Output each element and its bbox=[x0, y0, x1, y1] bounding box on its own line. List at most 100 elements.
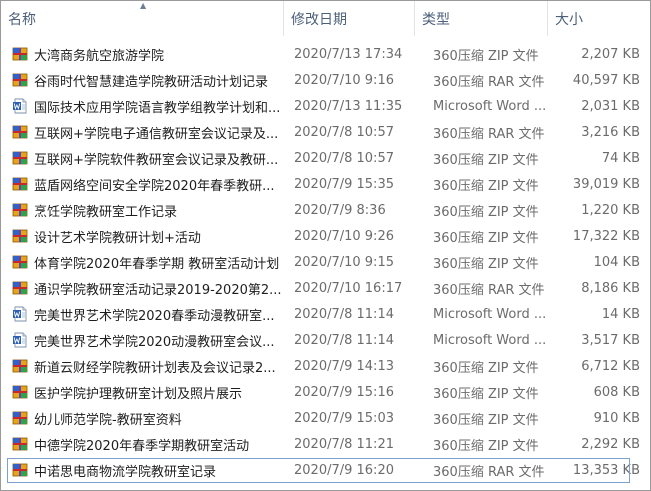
file-date: 2020/7/9 15:16 bbox=[294, 384, 394, 400]
file-row[interactable]: 互联网+学院电子通信教研室会议记录及... 2020/7/8 10:57 360压缩… bbox=[1, 119, 650, 145]
file-type: 360压缩 ZIP 文件 bbox=[433, 48, 539, 64]
file-size: 74 KB bbox=[601, 150, 640, 166]
archive-icon bbox=[10, 436, 30, 452]
file-date: 2020/7/9 15:03 bbox=[294, 410, 394, 426]
file-size: 8,186 KB bbox=[581, 280, 640, 296]
file-name: 烹饪学院教研室工作记录 bbox=[34, 204, 178, 220]
column-header-bar: 名称 ▲ 修改日期 类型 大小 bbox=[1, 1, 650, 36]
archive-icon bbox=[10, 280, 30, 296]
file-size: 13,353 KB bbox=[572, 462, 640, 478]
file-name: 体育学院2020年春季学期 教研室活动计划 bbox=[34, 256, 280, 272]
file-row[interactable]: 幼儿师范学院-教研室资料 2020/7/9 15:03 360压缩 ZIP 文件 91… bbox=[1, 405, 650, 431]
file-name: 国际技术应用学院语言教学组教学计划和... bbox=[34, 100, 281, 116]
file-type: 360压缩 ZIP 文件 bbox=[433, 256, 539, 272]
file-row[interactable]: 国际技术应用学院语言教学组教学计划和... 2020/7/13 11:35 Micr… bbox=[1, 93, 650, 119]
file-size: 39,019 KB bbox=[572, 176, 640, 192]
file-date: 2020/7/9 8:36 bbox=[294, 202, 386, 218]
file-name: 通识学院教研室活动记录2019-2020第2... bbox=[34, 282, 282, 298]
word-doc-icon bbox=[10, 332, 30, 348]
file-date: 2020/7/10 9:15 bbox=[294, 254, 394, 270]
file-name: 设计艺术学院教研计划+活动 bbox=[34, 230, 201, 246]
file-row[interactable]: 谷雨时代智慧建造学院教研活动计划记录 2020/7/10 9:16 360压缩 RA… bbox=[1, 67, 650, 93]
column-header-size-label: 大小 bbox=[555, 11, 583, 28]
file-list-window: 名称 ▲ 修改日期 类型 大小 大湾商务航空旅游学院 2020/7/13 17:3… bbox=[0, 0, 651, 491]
column-header-name[interactable]: 名称 ▲ bbox=[1, 1, 284, 36]
file-type: 360压缩 ZIP 文件 bbox=[433, 438, 539, 454]
file-name: 中德学院2020年春季学期教研室活动 bbox=[34, 438, 250, 454]
file-type: Microsoft Word ... bbox=[433, 306, 547, 322]
file-type: Microsoft Word ... bbox=[433, 332, 547, 348]
file-date: 2020/7/8 11:14 bbox=[294, 332, 394, 348]
file-name: 医护学院护理教研室计划及照片展示 bbox=[34, 386, 243, 402]
file-row[interactable]: 医护学院护理教研室计划及照片展示 2020/7/9 15:16 360压缩 ZIP … bbox=[1, 379, 650, 405]
file-type: 360压缩 ZIP 文件 bbox=[433, 204, 539, 220]
file-row[interactable]: 完美世界艺术学院2020动漫教研室会议... 2020/7/8 11:14 Micr… bbox=[1, 327, 650, 353]
file-type: 360压缩 ZIP 文件 bbox=[433, 152, 539, 168]
file-name: 互联网+学院电子通信教研室会议记录及... bbox=[34, 126, 279, 142]
file-date: 2020/7/8 11:14 bbox=[294, 306, 394, 322]
file-row[interactable]: 烹饪学院教研室工作记录 2020/7/9 8:36 360压缩 ZIP 文件 1,22… bbox=[1, 197, 650, 223]
file-size: 104 KB bbox=[593, 254, 640, 270]
file-size: 608 KB bbox=[593, 384, 640, 400]
file-type: 360压缩 ZIP 文件 bbox=[433, 178, 539, 194]
file-type: 360压缩 RAR 文件 bbox=[433, 464, 545, 480]
archive-icon bbox=[10, 384, 30, 400]
archive-icon bbox=[10, 176, 30, 192]
file-date: 2020/7/13 17:34 bbox=[294, 46, 403, 62]
archive-icon bbox=[10, 150, 30, 166]
file-row[interactable]: 大湾商务航空旅游学院 2020/7/13 17:34 360压缩 ZIP 文件 2,2… bbox=[1, 41, 650, 67]
file-size: 3,216 KB bbox=[581, 124, 640, 140]
file-type: 360压缩 RAR 文件 bbox=[433, 282, 545, 298]
word-doc-icon bbox=[10, 306, 30, 322]
file-row[interactable]: 中诺思电商物流学院教研室记录 2020/7/9 16:20 360压缩 RAR 文件… bbox=[1, 457, 650, 483]
file-date: 2020/7/8 10:57 bbox=[294, 150, 394, 166]
file-name: 互联网+学院软件教研室会议记录及教研... bbox=[34, 152, 279, 168]
file-date: 2020/7/13 11:35 bbox=[294, 98, 403, 114]
file-row[interactable]: 设计艺术学院教研计划+活动 2020/7/10 9:26 360压缩 ZIP 文件 1… bbox=[1, 223, 650, 249]
file-name: 新道云财经学院教研计划表及会议记录2... bbox=[34, 360, 276, 376]
archive-icon bbox=[10, 228, 30, 244]
file-size: 14 KB bbox=[601, 306, 640, 322]
column-header-type-label: 类型 bbox=[422, 11, 450, 28]
file-row[interactable]: 体育学院2020年春季学期 教研室活动计划 2020/7/10 9:15 360压缩… bbox=[1, 249, 650, 275]
archive-icon bbox=[10, 202, 30, 218]
file-size: 2,031 KB bbox=[581, 98, 640, 114]
file-name: 中诺思电商物流学院教研室记录 bbox=[34, 464, 217, 480]
archive-icon bbox=[10, 410, 30, 426]
file-size: 3,517 KB bbox=[581, 332, 640, 348]
file-size: 2,292 KB bbox=[581, 436, 640, 452]
file-type: Microsoft Word ... bbox=[433, 98, 547, 114]
column-header-name-label: 名称 bbox=[8, 11, 36, 28]
file-name: 蓝盾网络空间安全学院2020年春季教研... bbox=[34, 178, 275, 194]
file-name: 幼儿师范学院-教研室资料 bbox=[34, 412, 182, 428]
file-size: 17,322 KB bbox=[572, 228, 640, 244]
file-date: 2020/7/8 10:57 bbox=[294, 124, 394, 140]
column-header-type[interactable]: 类型 bbox=[415, 1, 548, 36]
file-row[interactable]: 中德学院2020年春季学期教研室活动 2020/7/8 11:21 360压缩 ZI… bbox=[1, 431, 650, 457]
file-date: 2020/7/10 9:26 bbox=[294, 228, 394, 244]
file-type: 360压缩 ZIP 文件 bbox=[433, 386, 539, 402]
archive-icon bbox=[10, 462, 30, 478]
file-name: 完美世界艺术学院2020动漫教研室会议... bbox=[34, 334, 275, 350]
file-size: 910 KB bbox=[593, 410, 640, 426]
file-row[interactable]: 新道云财经学院教研计划表及会议记录2... 2020/7/9 14:13 360压缩… bbox=[1, 353, 650, 379]
file-date: 2020/7/9 15:35 bbox=[294, 176, 394, 192]
file-row[interactable]: 互联网+学院软件教研室会议记录及教研... 2020/7/8 10:57 360压缩… bbox=[1, 145, 650, 171]
file-type: 360压缩 RAR 文件 bbox=[433, 126, 545, 142]
file-row[interactable]: 完美世界艺术学院2020春季动漫教研室... 2020/7/8 11:14 Micr… bbox=[1, 301, 650, 327]
column-header-date[interactable]: 修改日期 bbox=[284, 1, 415, 36]
file-type: 360压缩 RAR 文件 bbox=[433, 74, 545, 90]
archive-icon bbox=[10, 124, 30, 140]
file-row[interactable]: 通识学院教研室活动记录2019-2020第2... 2020/7/10 16:17… bbox=[1, 275, 650, 301]
file-name: 谷雨时代智慧建造学院教研活动计划记录 bbox=[34, 74, 269, 90]
file-size: 2,207 KB bbox=[581, 46, 640, 62]
column-header-date-label: 修改日期 bbox=[291, 11, 347, 28]
file-type: 360压缩 ZIP 文件 bbox=[433, 230, 539, 246]
file-type: 360压缩 ZIP 文件 bbox=[433, 360, 539, 376]
sort-ascending-icon: ▲ bbox=[140, 1, 147, 10]
column-header-size[interactable]: 大小 bbox=[548, 1, 650, 36]
file-size: 6,712 KB bbox=[581, 358, 640, 374]
file-date: 2020/7/9 16:20 bbox=[294, 462, 394, 478]
file-row[interactable]: 蓝盾网络空间安全学院2020年春季教研... 2020/7/9 15:35 360压… bbox=[1, 171, 650, 197]
word-doc-icon bbox=[10, 98, 30, 114]
